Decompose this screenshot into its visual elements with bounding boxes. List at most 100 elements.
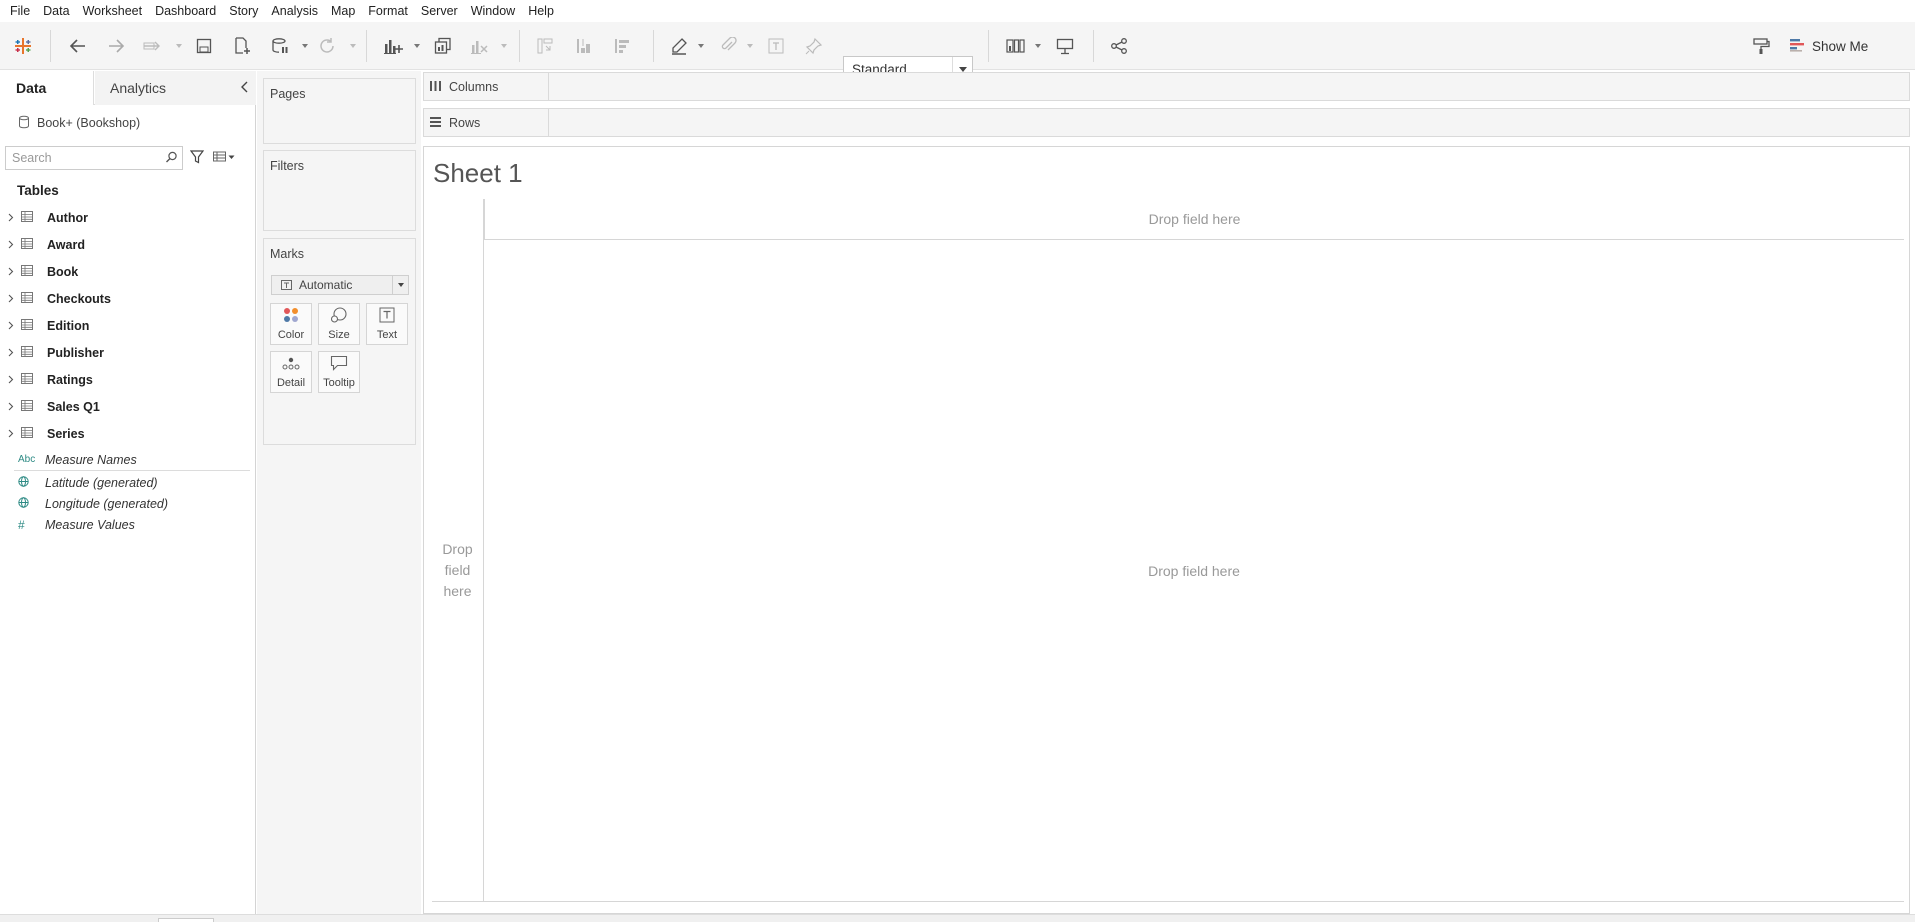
- rows-shelf[interactable]: Rows: [423, 108, 1910, 137]
- rows-drop-zone[interactable]: Drop field here: [432, 240, 484, 901]
- table-icon: [21, 237, 37, 252]
- save-icon[interactable]: [193, 34, 215, 58]
- sheet-title[interactable]: Sheet 1: [433, 158, 523, 189]
- search-input[interactable]: [5, 146, 183, 170]
- table-edition[interactable]: Edition: [0, 312, 255, 339]
- tab-data[interactable]: Data: [0, 71, 94, 105]
- chevron-right-icon[interactable]: [1, 429, 21, 438]
- tab-analytics[interactable]: Analytics: [95, 71, 256, 105]
- tables-heading: Tables: [17, 183, 59, 198]
- view-options-icon[interactable]: [213, 151, 235, 166]
- marks-detail-button[interactable]: Detail: [270, 351, 312, 393]
- marks-card: Marks Automatic Color Size Text Detail T…: [263, 238, 416, 445]
- toolbar: Standard: [0, 22, 1915, 82]
- sort-ascending-icon[interactable]: [573, 34, 595, 58]
- filters-card[interactable]: Filters: [263, 150, 416, 231]
- chevron-right-icon[interactable]: [1, 294, 21, 303]
- table-sales-q1[interactable]: Sales Q1: [0, 393, 255, 420]
- columns-label: Columns: [449, 79, 499, 94]
- menu-format[interactable]: Format: [362, 4, 415, 18]
- menu-dashboard[interactable]: Dashboard: [149, 4, 223, 18]
- highlight-icon[interactable]: [668, 34, 690, 58]
- search-icon[interactable]: [165, 151, 178, 167]
- chevron-right-icon[interactable]: [1, 348, 21, 357]
- table-book[interactable]: Book: [0, 258, 255, 285]
- presentation-mode-icon[interactable]: [1054, 34, 1076, 58]
- new-data-source-icon[interactable]: [142, 34, 164, 58]
- pause-updates-icon[interactable]: [269, 34, 291, 58]
- table-series[interactable]: Series: [0, 420, 255, 447]
- color-icon: [283, 307, 299, 326]
- sort-descending-icon[interactable]: [611, 34, 633, 58]
- fix-axes-icon[interactable]: [803, 34, 825, 58]
- chevron-right-icon[interactable]: [1, 213, 21, 222]
- field-longitude[interactable]: Longitude (generated): [0, 493, 255, 514]
- clear-sheet-icon[interactable]: [468, 34, 490, 58]
- menu-data[interactable]: Data: [37, 4, 76, 18]
- data-source-item[interactable]: Book+ (Bookshop): [18, 113, 140, 133]
- chevron-right-icon[interactable]: [1, 375, 21, 384]
- field-measure-values[interactable]: # Measure Values: [0, 514, 255, 535]
- group-icon[interactable]: [717, 34, 739, 58]
- show-cards-icon[interactable]: [1004, 34, 1030, 58]
- chevron-right-icon[interactable]: [1, 402, 21, 411]
- duplicate-sheet-icon[interactable]: [432, 34, 454, 58]
- table-award[interactable]: Award: [0, 231, 255, 258]
- table-label: Publisher: [47, 345, 104, 360]
- columns-drop-zone[interactable]: Drop field here: [484, 199, 1904, 240]
- data-pane-tabs: Data Analytics: [0, 71, 256, 105]
- sheet-tab[interactable]: [158, 918, 214, 922]
- table-label: Sales Q1: [47, 399, 100, 414]
- menu-server[interactable]: Server: [415, 4, 465, 18]
- menu-help[interactable]: Help: [522, 4, 561, 18]
- menu-map[interactable]: Map: [325, 4, 362, 18]
- database-icon: [18, 115, 30, 132]
- chevron-right-icon[interactable]: [1, 321, 21, 330]
- columns-shelf[interactable]: Columns: [423, 72, 1910, 101]
- number-type-icon: #: [18, 517, 25, 532]
- collapse-pane-icon[interactable]: [240, 80, 250, 97]
- view-drop-zone[interactable]: Drop field here: [484, 240, 1904, 901]
- tables-list: Author Award Book Checkouts Edition Publ…: [0, 204, 255, 447]
- table-ratings[interactable]: Ratings: [0, 366, 255, 393]
- pages-card[interactable]: Pages: [263, 78, 416, 144]
- menu-window[interactable]: Window: [465, 4, 522, 18]
- chevron-right-icon[interactable]: [1, 267, 21, 276]
- table-icon: [21, 318, 37, 333]
- detail-icon: [282, 357, 300, 374]
- marks-size-button[interactable]: Size: [318, 303, 360, 345]
- menu-file[interactable]: File: [4, 4, 37, 18]
- marks-tooltip-button[interactable]: Tooltip: [318, 351, 360, 393]
- show-labels-icon[interactable]: [765, 34, 787, 58]
- table-label: Edition: [47, 318, 90, 333]
- tableau-logo-icon[interactable]: [12, 34, 34, 58]
- rows-shelf-label: Rows: [424, 109, 549, 136]
- show-me-label: Show Me: [1812, 38, 1869, 54]
- filter-icon[interactable]: [189, 150, 205, 167]
- share-icon[interactable]: [1108, 34, 1130, 58]
- status-bar: [0, 914, 1915, 922]
- table-author[interactable]: Author: [0, 204, 255, 231]
- fields-list: Abc Measure Names Latitude (generated) L…: [0, 449, 255, 535]
- menu-analysis[interactable]: Analysis: [265, 4, 325, 18]
- table-checkouts[interactable]: Checkouts: [0, 285, 255, 312]
- table-publisher[interactable]: Publisher: [0, 339, 255, 366]
- refresh-icon[interactable]: [316, 34, 338, 58]
- undo-icon[interactable]: [66, 34, 90, 58]
- format-painter-icon[interactable]: [1749, 34, 1773, 58]
- chevron-right-icon[interactable]: [1, 240, 21, 249]
- marks-color-button[interactable]: Color: [270, 303, 312, 345]
- redo-icon[interactable]: [104, 34, 128, 58]
- new-worksheet-icon[interactable]: [381, 34, 405, 58]
- chevron-down-icon[interactable]: [392, 276, 408, 294]
- show-me-button[interactable]: Show Me: [1790, 34, 1868, 58]
- menu-worksheet[interactable]: Worksheet: [77, 4, 150, 18]
- mark-type-select[interactable]: Automatic: [271, 275, 409, 295]
- field-latitude[interactable]: Latitude (generated): [0, 472, 255, 493]
- swap-rows-columns-icon[interactable]: [534, 34, 556, 58]
- field-measure-names[interactable]: Abc Measure Names: [0, 449, 255, 470]
- menu-story[interactable]: Story: [223, 4, 265, 18]
- marks-text-button[interactable]: Text: [366, 303, 408, 345]
- table-label: Series: [47, 426, 85, 441]
- add-data-source-icon[interactable]: [231, 34, 253, 58]
